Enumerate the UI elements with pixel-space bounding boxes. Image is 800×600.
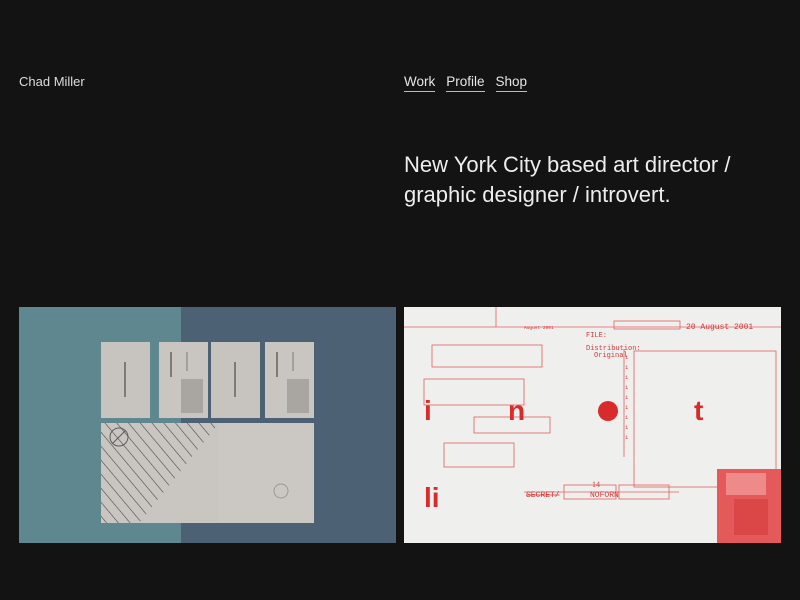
letters-li: li: [424, 482, 440, 513]
intro-tagline: New York City based art director / graph…: [404, 152, 731, 207]
letter-o-dot: [598, 401, 618, 421]
site-name[interactable]: Chad Miller: [19, 74, 85, 89]
doc-date-small: August 2001: [524, 325, 554, 331]
inot-document-image: 1 1 1 1 1 1 1 1 1 20 August 2001 FILE: D…: [404, 307, 781, 543]
letter-t: t: [694, 395, 703, 426]
doc-date: 20 August 2001: [686, 323, 753, 332]
nav-profile-link[interactable]: Profile: [446, 74, 485, 92]
nav-work-link[interactable]: Work: [404, 74, 436, 92]
project-thumbnail-inot[interactable]: 1 1 1 1 1 1 1 1 1 20 August 2001 FILE: D…: [404, 307, 781, 543]
project-thumbnail-stationery[interactable]: [19, 307, 396, 543]
letter-i: i: [424, 395, 432, 426]
letter-n: n: [508, 395, 525, 426]
doc-file-label: FILE:: [586, 332, 607, 340]
business-card: [101, 342, 150, 418]
nav-shop-link[interactable]: Shop: [495, 74, 528, 92]
main-nav: Work Profile Shop: [404, 74, 528, 92]
doc-number: 14: [592, 480, 600, 489]
doc-original-label: Original: [594, 352, 628, 360]
doc-noforn-label: NOFORN: [590, 491, 619, 500]
doc-secret-label: SECRET/: [526, 491, 560, 500]
stationery-mockup-image: [19, 307, 396, 543]
